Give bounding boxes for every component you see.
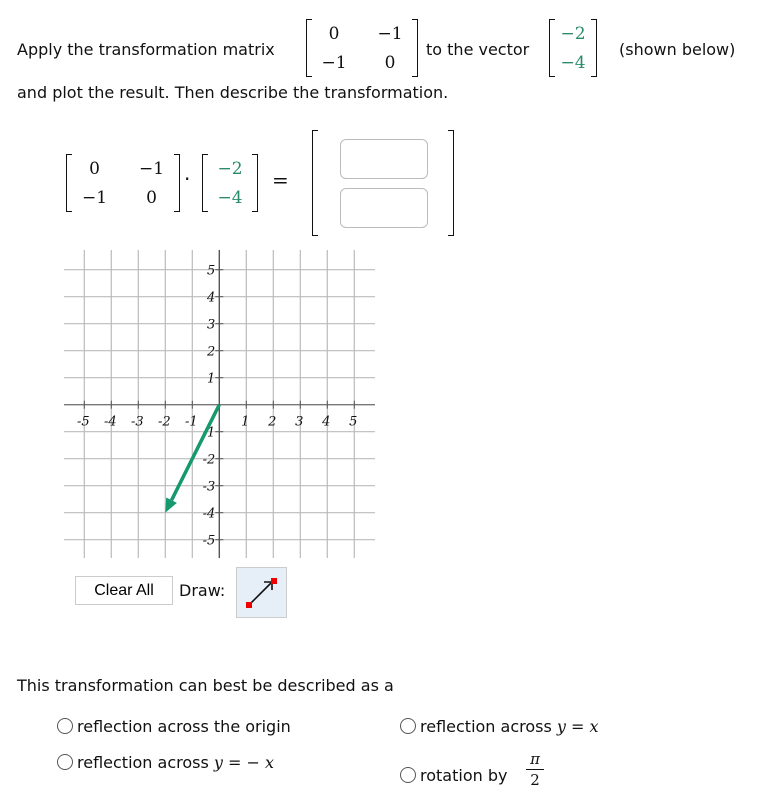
draw-vector-tool-button[interactable] [236, 567, 287, 618]
radio-button[interactable] [400, 767, 416, 783]
x-tick-label: -5 [77, 415, 90, 430]
choice-math: y = x [556, 717, 599, 736]
x-tick-label: -4 [104, 415, 117, 430]
choice-math: y = − x [213, 753, 275, 772]
x-tick-label: 3 [295, 415, 303, 430]
fraction-pi-over-2: π 2 [526, 749, 544, 790]
vector-arrow-icon [246, 578, 277, 608]
fraction-numerator: π [526, 749, 544, 770]
choices-prompt: This transformation can best be describe… [17, 676, 394, 695]
choice-rotation-pi-2[interactable]: rotation by [400, 766, 507, 785]
choice-label: reflection across the origin [77, 717, 291, 736]
x-tick-label: 2 [267, 415, 276, 430]
choice-label: reflection across [77, 753, 214, 772]
choice-reflection-origin[interactable]: reflection across the origin [57, 717, 291, 736]
draw-label: Draw: [179, 581, 226, 600]
x-tick-label: 1 [241, 415, 249, 430]
choice-label: reflection across [420, 717, 557, 736]
y-tick-label: 5 [207, 264, 215, 279]
radio-button[interactable] [57, 754, 73, 770]
y-tick-label: -5 [203, 534, 216, 549]
x-tick-label: -2 [158, 415, 171, 430]
clear-all-button[interactable]: Clear All [75, 576, 173, 605]
y-tick-label: -2 [203, 453, 216, 468]
y-tick-label: -4 [203, 507, 216, 522]
x-tick-label: 5 [349, 415, 357, 430]
fraction-denominator: 2 [530, 771, 540, 789]
y-tick-label: 1 [207, 372, 215, 387]
y-tick-label: 3 [207, 318, 215, 333]
x-tick-label: -1 [185, 415, 198, 430]
radio-button[interactable] [57, 718, 73, 734]
x-tick-label: -3 [131, 415, 144, 430]
choice-reflection-y-eq-x[interactable]: reflection across y = x [400, 717, 599, 736]
radio-button[interactable] [400, 718, 416, 734]
y-tick-label: -3 [203, 480, 216, 495]
choice-label: rotation by [420, 766, 508, 785]
y-tick-label: 4 [206, 291, 215, 306]
y-tick-label: 2 [206, 345, 215, 360]
x-tick-label: 4 [321, 415, 330, 430]
choice-reflection-y-eq-neg-x[interactable]: reflection across y = − x [57, 753, 274, 772]
